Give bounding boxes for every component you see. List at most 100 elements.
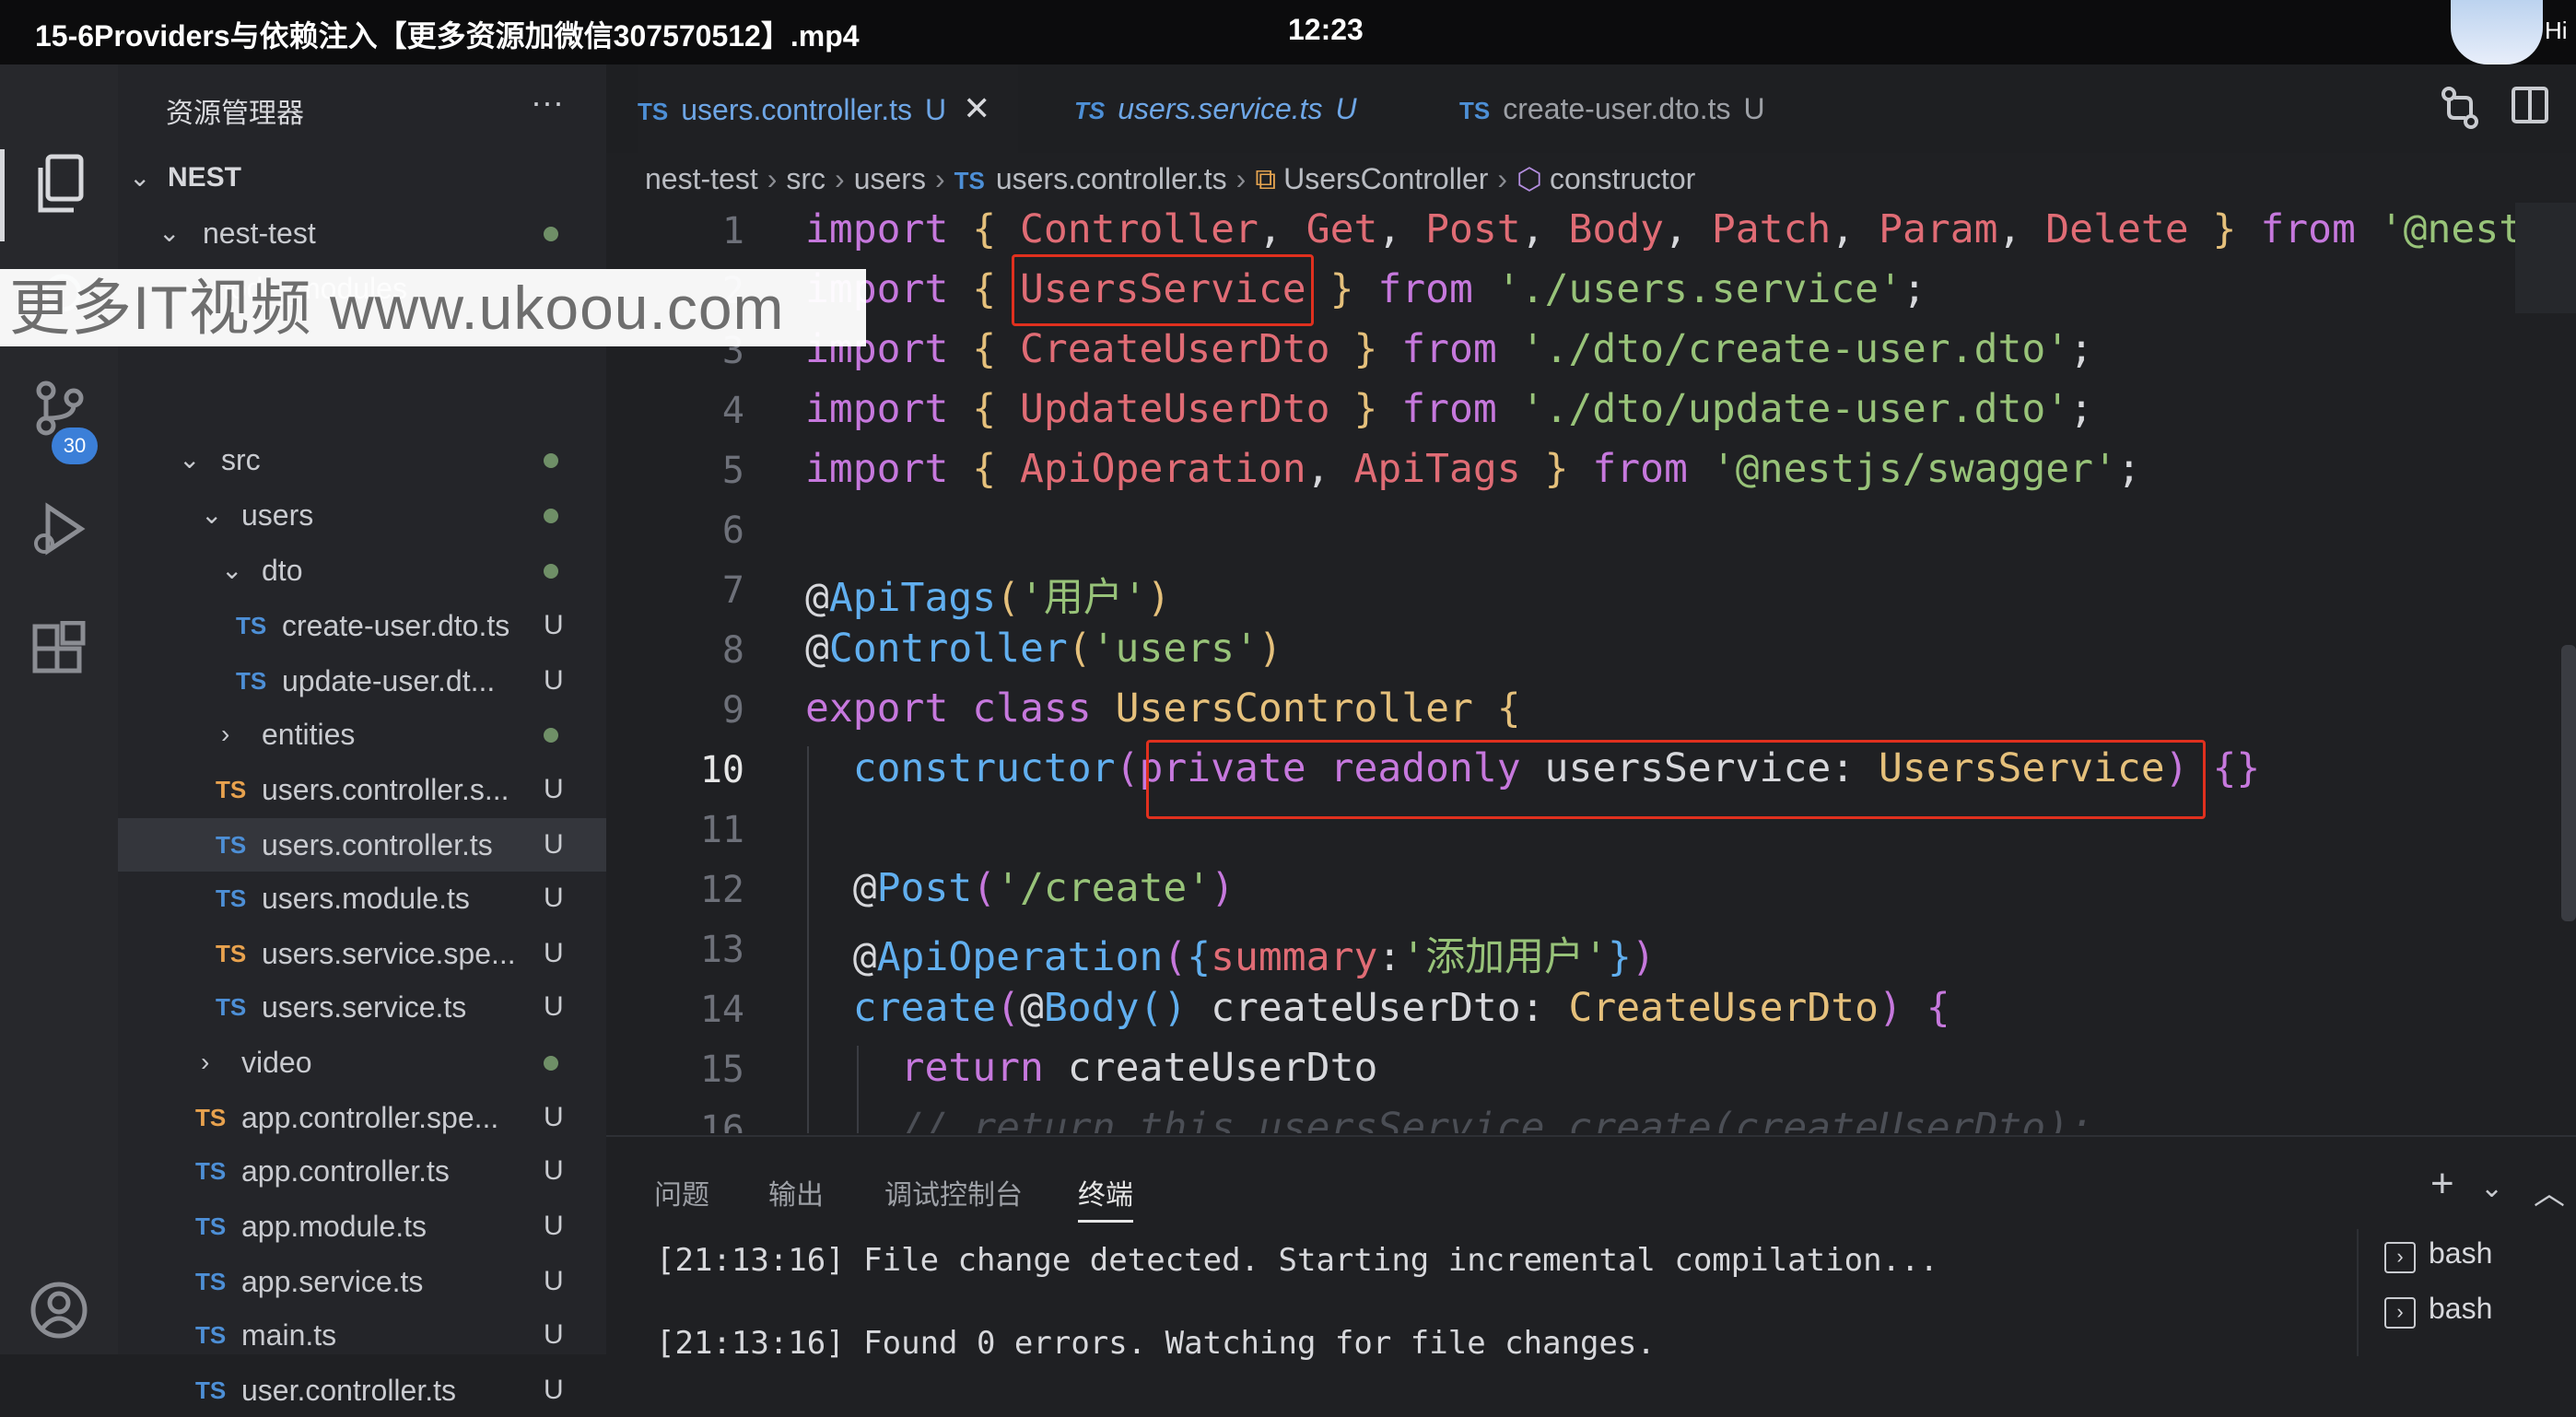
tree-folder-entities[interactable]: › entities xyxy=(118,708,606,761)
typescript-test-icon: TS xyxy=(216,776,247,803)
typescript-icon: TS xyxy=(954,167,985,194)
tree-folder-users[interactable]: ⌄ users xyxy=(118,488,606,542)
typescript-icon: TS xyxy=(195,1321,227,1349)
tab-create-user-dto[interactable]: TS create-user.dto.ts U xyxy=(1459,64,1765,153)
tree-file-users-controller-spec[interactable]: TS users.controller.s... U xyxy=(118,763,606,816)
close-tab-icon[interactable]: ✕ xyxy=(963,89,990,127)
code-line-16: // return this.usersService.create(creat… xyxy=(805,1105,2093,1133)
line-number: 14 xyxy=(699,989,744,1031)
editor-tab-bar: TS users.controller.ts U ✕ TS users.service.… xyxy=(606,64,2576,153)
terminal-icon: › xyxy=(2384,1297,2416,1329)
terminal-line: [21:13:16] File change detected. Startin… xyxy=(656,1242,1938,1279)
tree-folder-nest-test[interactable]: ⌄ nest-test xyxy=(118,206,606,260)
tree-file-app-module[interactable]: TS app.module.ts U xyxy=(118,1200,606,1253)
split-editor-icon[interactable] xyxy=(2510,85,2550,135)
tree-file-main[interactable]: TS main.ts U xyxy=(118,1308,606,1362)
new-terminal-icon[interactable]: + xyxy=(2430,1161,2454,1207)
explorer-icon[interactable] xyxy=(22,153,96,227)
more-actions-button[interactable]: ··· xyxy=(531,83,564,122)
tree-folder-src[interactable]: ⌄ src xyxy=(118,433,606,486)
source-control-badge: 30 xyxy=(52,427,98,464)
tree-file-create-user-dto[interactable]: TS create-user.dto.ts U xyxy=(118,599,606,652)
code-line-2: import { UsersService } from './users.se… xyxy=(805,266,1926,312)
tab-terminal[interactable]: 终端 xyxy=(1078,1172,1133,1223)
tree-file-users-service[interactable]: TS users.service.ts U xyxy=(118,980,606,1034)
workspace-section[interactable]: ⌄ NEST xyxy=(118,151,606,205)
tree-file-users-module[interactable]: TS users.module.ts U xyxy=(118,872,606,925)
code-line-8: @Controller('users') xyxy=(805,626,1282,672)
code-line-13: @ApiOperation({summary:'添加用户'}) xyxy=(852,934,1656,980)
breadcrumb-item[interactable]: constructor xyxy=(1550,162,1695,195)
typescript-icon: TS xyxy=(195,1376,227,1404)
video-title: 15-6Providers与依赖注入【更多资源加微信307570512】.mp4 xyxy=(35,19,860,53)
method-symbol-icon: ⬡ xyxy=(1516,162,1542,195)
line-number: 13 xyxy=(699,929,744,971)
tree-file-app-controller-spec[interactable]: TS app.controller.spe... U xyxy=(118,1091,606,1144)
code-line-12: @Post('/create') xyxy=(852,865,1235,911)
class-symbol-icon: ⧉ xyxy=(1255,162,1277,195)
video-title-bar: 15-6Providers与依赖注入【更多资源加微信307570512】.mp4… xyxy=(0,0,2576,64)
breadcrumb: nest-test › src › users › TS users.controller.t… xyxy=(645,162,1696,195)
minimap[interactable] xyxy=(2515,203,2576,313)
tree-folder-dto[interactable]: ⌄ dto xyxy=(118,544,606,597)
tree-file-app-controller[interactable]: TS app.controller.ts U xyxy=(118,1144,606,1198)
tab-users-controller[interactable]: TS users.controller.ts U ✕ xyxy=(638,64,1019,153)
hi-label: Hi xyxy=(2545,17,2568,44)
tree-folder-video[interactable]: › video xyxy=(118,1036,606,1089)
line-number: 5 xyxy=(721,450,744,492)
account-icon[interactable] xyxy=(22,1281,96,1354)
typescript-icon: TS xyxy=(1459,97,1491,124)
status-dot xyxy=(544,564,558,579)
line-number: 6 xyxy=(721,509,744,552)
typescript-icon: TS xyxy=(216,884,247,912)
chevron-down-icon: ⌄ xyxy=(201,500,223,529)
status-dot xyxy=(544,728,558,743)
highlight-box xyxy=(1012,254,1314,326)
tree-file-user-controller[interactable]: TS user.controller.ts U xyxy=(118,1364,606,1417)
breadcrumb-item[interactable]: nest-test xyxy=(645,162,758,195)
tree-file-users-controller[interactable]: TS users.controller.ts U xyxy=(118,818,606,872)
terminal-icon: › xyxy=(2384,1242,2416,1273)
breadcrumb-item[interactable]: users.controller.ts xyxy=(996,162,1227,195)
code-line-9: export class UsersController { xyxy=(805,685,1521,732)
terminal-bash-item[interactable]: › bash xyxy=(2384,1292,2492,1329)
tab-debug-console[interactable]: 调试控制台 xyxy=(884,1172,1023,1212)
video-time: 12:23 xyxy=(1288,13,1364,46)
run-debug-icon[interactable] xyxy=(22,499,96,573)
code-editor[interactable]: 1 2 3 4 5 6 7 8 9 10 11 12 13 14 15 16 i… xyxy=(606,203,2576,1133)
extensions-icon[interactable] xyxy=(22,620,96,695)
line-number: 8 xyxy=(721,629,744,672)
breadcrumb-item[interactable]: src xyxy=(786,162,825,195)
chevron-down-icon[interactable]: ⌄ xyxy=(2480,1172,2503,1204)
tree-file-app-service[interactable]: TS app.service.ts U xyxy=(118,1255,606,1308)
terminal-bash-item[interactable]: › bash xyxy=(2384,1236,2492,1273)
chevron-right-icon: › xyxy=(201,1048,210,1076)
status-dot xyxy=(544,227,558,241)
chevron-down-icon: ⌄ xyxy=(129,163,151,192)
avatar[interactable] xyxy=(2451,0,2543,64)
line-number: 4 xyxy=(721,390,744,432)
line-number: 1 xyxy=(721,210,744,252)
typescript-icon: TS xyxy=(195,1212,227,1240)
typescript-icon: TS xyxy=(195,1157,227,1185)
watermark-banner: 更多IT视频 www.ukoou.com xyxy=(0,269,866,346)
breadcrumb-item[interactable]: users xyxy=(854,162,926,195)
tree-file-users-service-spec[interactable]: TS users.service.spe... U xyxy=(118,927,606,980)
typescript-icon: TS xyxy=(216,993,247,1021)
line-number: 9 xyxy=(721,689,744,732)
code-line-3: import { CreateUserDto } from './dto/cre… xyxy=(805,326,2094,372)
chevron-up-icon[interactable]: ︿ xyxy=(2534,1168,2565,1213)
tree-file-update-user-dto[interactable]: TS update-user.dt... U xyxy=(118,654,606,708)
code-line-14: create(@Body() createUserDto: CreateUser… xyxy=(852,985,1950,1031)
tab-output[interactable]: 输出 xyxy=(768,1172,824,1212)
editor-scrollbar[interactable] xyxy=(2561,645,2576,921)
typescript-test-icon: TS xyxy=(195,1104,227,1131)
typescript-icon: TS xyxy=(1074,97,1106,124)
tab-users-service[interactable]: TS users.service.ts U xyxy=(1074,64,1357,153)
chevron-down-icon: ⌄ xyxy=(158,218,181,247)
breadcrumb-item[interactable]: UsersController xyxy=(1283,162,1488,195)
tab-problems[interactable]: 问题 xyxy=(654,1172,709,1212)
code-line-1: import { Controller, Get, Post, Body, Pa… xyxy=(805,206,2576,252)
line-number: 11 xyxy=(699,809,744,851)
compare-changes-icon[interactable] xyxy=(2440,85,2480,141)
